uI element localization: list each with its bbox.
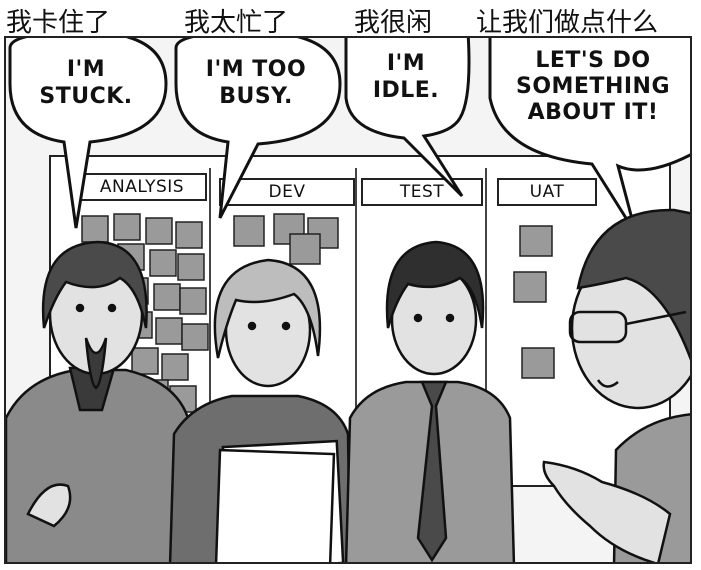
caption-busy: 我太忙了 bbox=[184, 8, 289, 38]
caption-stuck: 我卡住了 bbox=[6, 8, 111, 38]
bubble-busy: I'M TOO BUSY. bbox=[205, 57, 307, 109]
comic-panel: I'M STUCK. I'M TOO BUSY. I'M IDLE. LET'S… bbox=[4, 36, 692, 564]
bubble-idle: I'M IDLE. bbox=[372, 51, 440, 103]
board-column-uat: UAT bbox=[529, 182, 565, 202]
caption-idle: 我很闲 bbox=[354, 8, 433, 38]
bubble-stuck: I'M STUCK. bbox=[39, 57, 133, 109]
board-column-dev: DEV bbox=[268, 182, 306, 202]
caption-do-something: 让我们做点什么 bbox=[476, 8, 659, 38]
board-column-analysis: ANALYSIS bbox=[99, 177, 185, 197]
board-column-test: TEST bbox=[399, 182, 445, 202]
bubble-do-something: LET'S DO SOMETHING ABOUT IT! bbox=[515, 48, 671, 125]
